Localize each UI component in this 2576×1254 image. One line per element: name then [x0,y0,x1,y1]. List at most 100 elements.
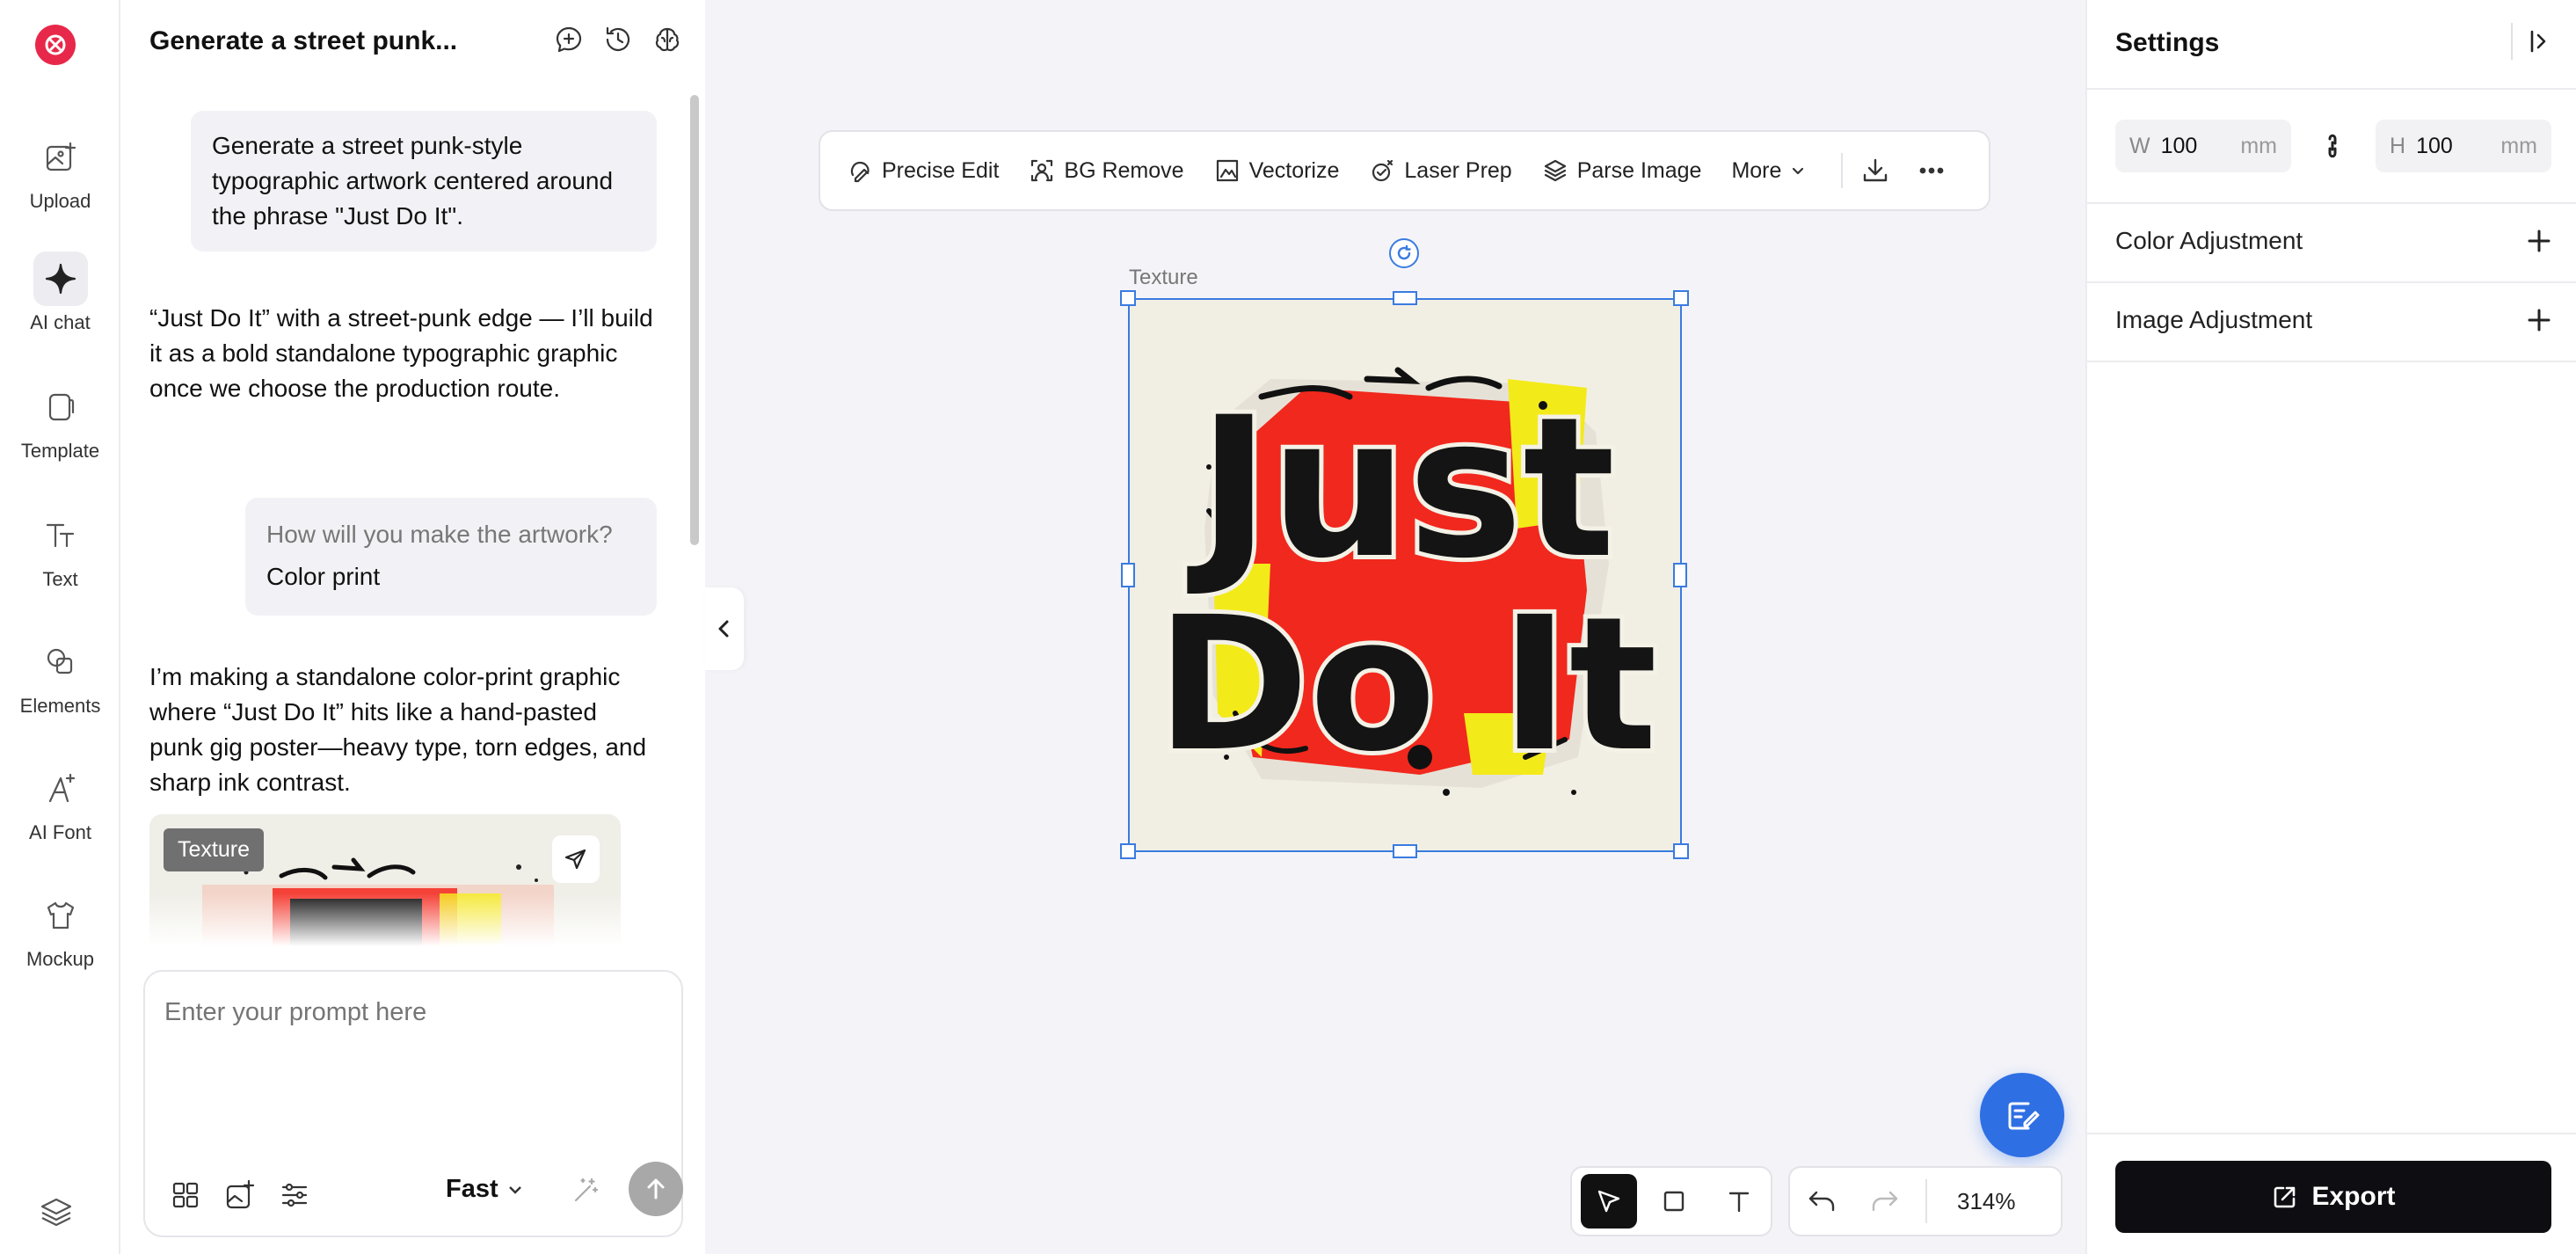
thumbnail-tag: Texture [164,828,264,871]
elements-icon [47,648,72,674]
precise-edit-button[interactable]: Precise Edit [847,157,999,184]
chat-scrollbar[interactable] [690,95,699,545]
rail-text[interactable]: Text [0,508,120,591]
resize-handle-top[interactable] [1393,291,1417,305]
resize-handle-right[interactable] [1673,563,1687,587]
image-toolbar: Precise Edit BG Remove Vectorize Laser P… [819,130,1990,211]
tshirt-icon [47,901,74,930]
vectorize-button[interactable]: Vectorize [1214,157,1339,184]
select-tool[interactable] [1581,1174,1637,1228]
edit-note-icon [2008,1102,2040,1130]
sparkle-icon [45,263,76,295]
rail-template[interactable]: Template [0,380,120,463]
text-icon [46,523,74,548]
paper-plane-icon [564,849,586,870]
settings-title: Settings [2115,28,2220,57]
send-button[interactable] [629,1162,683,1216]
collapse-chat-button[interactable] [705,587,744,670]
rail-ai-chat[interactable]: AI chat [0,252,120,334]
square-icon [1663,1191,1685,1212]
more-options-button[interactable] [1917,156,1947,186]
question-card: How will you make the artwork? Color pri… [245,498,657,616]
resize-handle-bl[interactable] [1120,843,1136,859]
rotate-handle[interactable] [1389,238,1419,268]
resize-handle-tr[interactable] [1673,290,1689,306]
template-icon [48,393,74,421]
artwork-text-line1: Just [1187,375,1616,601]
export-icon [2274,1186,2296,1208]
chevron-left-icon [718,620,729,638]
resize-handle-left[interactable] [1121,563,1135,587]
enhance-prompt-button[interactable] [571,1176,600,1206]
bg-remove-icon [1031,159,1053,182]
history-controls: 314% [1788,1166,2063,1236]
laser-prep-button[interactable]: Laser Prep [1369,157,1512,184]
ai-font-icon [48,773,75,803]
generated-thumbnail[interactable]: Texture [149,814,621,946]
notes-fab[interactable] [1980,1073,2064,1157]
ai-message: I’m making a standalone color-print grap… [149,663,647,796]
user-message: Generate a street punk-style typographic… [191,111,657,252]
chat-panel: Generate a street punk... Generate a str… [120,0,705,1254]
artwork-image[interactable]: Just Do It [1128,298,1682,852]
rail-label: Template [20,440,100,462]
add-image-icon[interactable] [224,1179,256,1211]
rail-elements[interactable]: Elements [0,635,120,718]
plus-icon [2528,230,2551,252]
undo-button[interactable] [1790,1166,1853,1236]
text-tool[interactable] [1711,1174,1767,1228]
rail-label: Elements [19,695,101,717]
width-field[interactable]: W 100 mm [2115,120,2291,172]
rail-label: AI Font [29,821,91,843]
export-button[interactable]: Export [2115,1161,2551,1233]
prompt-input[interactable] [164,998,657,1027]
rail-label: Text [42,568,78,590]
collapse-panel-icon[interactable] [2525,27,2553,55]
prompt-box: Fast [143,970,683,1237]
history-icon[interactable] [603,25,633,55]
resize-handle-br[interactable] [1673,843,1689,859]
height-field[interactable]: H 100 mm [2376,120,2551,172]
speed-selector[interactable]: Fast [446,1175,525,1204]
rail-ai-font[interactable]: AI Font [0,762,120,844]
lock-ratio-button[interactable] [2315,128,2350,164]
color-adjustment-row[interactable]: Color Adjustment [2115,227,2553,255]
send-to-canvas-button[interactable] [552,835,600,883]
more-menu[interactable]: More [1731,158,1806,184]
left-rail: Upload AI chat Template Text Elements AI… [0,0,120,1254]
redo-button[interactable] [1853,1166,1917,1236]
answer-text: Color print [266,563,381,590]
parse-image-button[interactable]: Parse Image [1542,157,1701,184]
new-chat-icon[interactable] [554,25,584,55]
zoom-level[interactable]: 314% [1957,1188,2016,1215]
resize-handle-tl[interactable] [1120,290,1136,306]
ellipsis-icon [1920,167,1944,174]
app-logo[interactable] [35,25,76,65]
rail-upload[interactable]: Upload [0,130,120,213]
artwork-graphic: Just Do It [1130,300,1680,850]
grid-icon[interactable] [170,1179,201,1211]
link-icon [2328,134,2337,158]
layer-label: Texture [1129,266,1198,289]
redo-icon [1872,1191,1898,1212]
download-icon [1864,158,1888,182]
bg-remove-button[interactable]: BG Remove [1029,157,1184,184]
rail-label: AI chat [30,311,91,333]
artwork-text-line2: Do It [1156,577,1657,792]
layers-icon [40,1198,72,1227]
sliders-icon[interactable] [279,1179,310,1211]
settings-panel: Settings W 100 mm H 100 mm Color Adjustm… [2085,0,2576,1254]
brain-icon[interactable] [652,25,682,55]
image-adjustment-row[interactable]: Image Adjustment [2115,306,2553,334]
rail-mockup[interactable]: Mockup [0,888,120,971]
laser-prep-icon [1372,159,1394,182]
layers-button[interactable] [39,1194,74,1229]
rail-label: Mockup [25,948,95,970]
rail-label: Upload [29,190,91,212]
resize-handle-bottom[interactable] [1393,844,1417,858]
rotate-icon [1397,244,1411,260]
chevron-down-icon [1793,167,1804,175]
rectangle-tool[interactable] [1646,1174,1702,1228]
speed-label: Fast [446,1175,498,1203]
download-button[interactable] [1860,156,1890,186]
